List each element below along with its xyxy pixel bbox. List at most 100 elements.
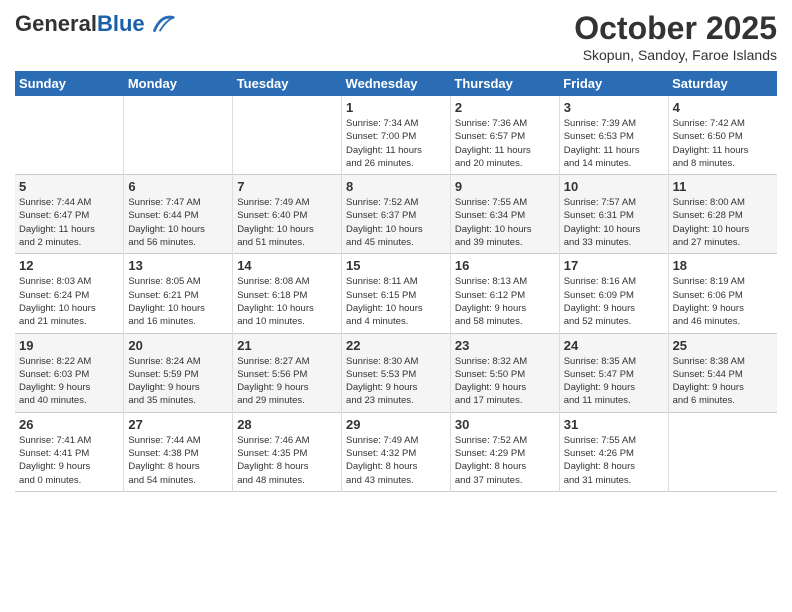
header-cell-wednesday: Wednesday bbox=[342, 71, 451, 96]
day-number: 17 bbox=[564, 258, 664, 273]
header-cell-friday: Friday bbox=[559, 71, 668, 96]
day-info: Sunrise: 8:03 AMSunset: 6:24 PMDaylight:… bbox=[19, 275, 119, 328]
subtitle: Skopun, Sandoy, Faroe Islands bbox=[574, 47, 777, 63]
header-cell-thursday: Thursday bbox=[450, 71, 559, 96]
logo-icon bbox=[147, 10, 175, 38]
header-cell-sunday: Sunday bbox=[15, 71, 124, 96]
calendar-cell bbox=[668, 412, 777, 491]
calendar-cell: 28 Sunrise: 7:46 AMSunset: 4:35 PMDayligh… bbox=[233, 412, 342, 491]
calendar-cell: 8 Sunrise: 7:52 AMSunset: 6:37 PMDaylight… bbox=[342, 175, 451, 254]
day-number: 22 bbox=[346, 338, 446, 353]
calendar-cell: 26 Sunrise: 7:41 AMSunset: 4:41 PMDayligh… bbox=[15, 412, 124, 491]
calendar-cell: 14Sunrise: 8:08 AMSunset: 6:18 PMDayligh… bbox=[233, 254, 342, 333]
calendar-cell: 4Sunrise: 7:42 AMSunset: 6:50 PMDaylight… bbox=[668, 96, 777, 175]
calendar-cell: 2Sunrise: 7:36 AMSunset: 6:57 PMDaylight… bbox=[450, 96, 559, 175]
day-info: Sunrise: 7:52 AMSunset: 4:29 PMDaylight:… bbox=[455, 434, 555, 487]
day-number: 29 bbox=[346, 417, 446, 432]
calendar-cell: 22 Sunrise: 8:30 AMSunset: 5:53 PMDayligh… bbox=[342, 333, 451, 412]
day-info: Sunrise: 8:13 AMSunset: 6:12 PMDaylight:… bbox=[455, 275, 555, 328]
logo: GeneralBlue bbox=[15, 10, 175, 38]
calendar-header: SundayMondayTuesdayWednesdayThursdayFrid… bbox=[15, 71, 777, 96]
day-number: 24 bbox=[564, 338, 664, 353]
calendar-week-4: 19Sunrise: 8:22 AMSunset: 6:03 PMDayligh… bbox=[15, 333, 777, 412]
calendar-cell: 10 Sunrise: 7:57 AMSunset: 6:31 PMDayligh… bbox=[559, 175, 668, 254]
header-cell-monday: Monday bbox=[124, 71, 233, 96]
day-info: Sunrise: 7:49 AMSunset: 4:32 PMDaylight:… bbox=[346, 434, 446, 487]
day-number: 26 bbox=[19, 417, 119, 432]
day-info: Sunrise: 8:19 AMSunset: 6:06 PMDaylight:… bbox=[673, 275, 773, 328]
day-info: Sunrise: 7:39 AMSunset: 6:53 PMDaylight:… bbox=[564, 117, 664, 170]
calendar-cell: 13Sunrise: 8:05 AMSunset: 6:21 PMDayligh… bbox=[124, 254, 233, 333]
calendar-cell: 23 Sunrise: 8:32 AMSunset: 5:50 PMDayligh… bbox=[450, 333, 559, 412]
calendar-cell: 12 Sunrise: 8:03 AMSunset: 6:24 PMDayligh… bbox=[15, 254, 124, 333]
day-number: 25 bbox=[673, 338, 773, 353]
calendar-cell: 17Sunrise: 8:16 AMSunset: 6:09 PMDayligh… bbox=[559, 254, 668, 333]
day-number: 15 bbox=[346, 258, 446, 273]
day-number: 20 bbox=[128, 338, 228, 353]
day-info: Sunrise: 7:46 AMSunset: 4:35 PMDaylight:… bbox=[237, 434, 337, 487]
day-info: Sunrise: 8:22 AMSunset: 6:03 PMDaylight:… bbox=[19, 355, 119, 408]
calendar-cell: 24Sunrise: 8:35 AMSunset: 5:47 PMDayligh… bbox=[559, 333, 668, 412]
day-number: 6 bbox=[128, 179, 228, 194]
calendar-cell: 9 Sunrise: 7:55 AMSunset: 6:34 PMDaylight… bbox=[450, 175, 559, 254]
calendar-cell: 7 Sunrise: 7:49 AMSunset: 6:40 PMDaylight… bbox=[233, 175, 342, 254]
day-number: 8 bbox=[346, 179, 446, 194]
day-info: Sunrise: 7:34 AMSunset: 7:00 PMDaylight:… bbox=[346, 117, 446, 170]
day-info: Sunrise: 8:38 AMSunset: 5:44 PMDaylight:… bbox=[673, 355, 773, 408]
calendar-cell bbox=[15, 96, 124, 175]
day-info: Sunrise: 7:41 AMSunset: 4:41 PMDaylight:… bbox=[19, 434, 119, 487]
day-number: 18 bbox=[673, 258, 773, 273]
day-info: Sunrise: 7:47 AMSunset: 6:44 PMDaylight:… bbox=[128, 196, 228, 249]
day-info: Sunrise: 7:44 AMSunset: 4:38 PMDaylight:… bbox=[128, 434, 228, 487]
day-info: Sunrise: 7:55 AMSunset: 6:34 PMDaylight:… bbox=[455, 196, 555, 249]
calendar-cell bbox=[233, 96, 342, 175]
calendar-cell: 18 Sunrise: 8:19 AMSunset: 6:06 PMDayligh… bbox=[668, 254, 777, 333]
calendar-cell: 30Sunrise: 7:52 AMSunset: 4:29 PMDayligh… bbox=[450, 412, 559, 491]
day-number: 5 bbox=[19, 179, 119, 194]
day-info: Sunrise: 7:42 AMSunset: 6:50 PMDaylight:… bbox=[673, 117, 773, 170]
calendar-cell: 5 Sunrise: 7:44 AMSunset: 6:47 PMDaylight… bbox=[15, 175, 124, 254]
day-number: 7 bbox=[237, 179, 337, 194]
calendar-cell: 25 Sunrise: 8:38 AMSunset: 5:44 PMDayligh… bbox=[668, 333, 777, 412]
page-container: GeneralBlue October 2025 Skopun, Sandoy,… bbox=[0, 0, 792, 502]
day-number: 13 bbox=[128, 258, 228, 273]
day-info: Sunrise: 7:49 AMSunset: 6:40 PMDaylight:… bbox=[237, 196, 337, 249]
day-number: 23 bbox=[455, 338, 555, 353]
calendar-cell: 11Sunrise: 8:00 AMSunset: 6:28 PMDayligh… bbox=[668, 175, 777, 254]
logo-blue-text: Blue bbox=[97, 11, 145, 36]
day-number: 28 bbox=[237, 417, 337, 432]
day-info: Sunrise: 7:57 AMSunset: 6:31 PMDaylight:… bbox=[564, 196, 664, 249]
calendar-week-5: 26 Sunrise: 7:41 AMSunset: 4:41 PMDayligh… bbox=[15, 412, 777, 491]
day-number: 11 bbox=[673, 179, 773, 194]
day-info: Sunrise: 7:44 AMSunset: 6:47 PMDaylight:… bbox=[19, 196, 119, 249]
calendar-cell: 6 Sunrise: 7:47 AMSunset: 6:44 PMDaylight… bbox=[124, 175, 233, 254]
calendar-cell: 19Sunrise: 8:22 AMSunset: 6:03 PMDayligh… bbox=[15, 333, 124, 412]
header-row: SundayMondayTuesdayWednesdayThursdayFrid… bbox=[15, 71, 777, 96]
day-number: 21 bbox=[237, 338, 337, 353]
logo-general-text: General bbox=[15, 11, 97, 36]
header: GeneralBlue October 2025 Skopun, Sandoy,… bbox=[15, 10, 777, 63]
day-info: Sunrise: 7:36 AMSunset: 6:57 PMDaylight:… bbox=[455, 117, 555, 170]
calendar-body: 1 Sunrise: 7:34 AMSunset: 7:00 PMDaylight… bbox=[15, 96, 777, 491]
day-number: 1 bbox=[346, 100, 446, 115]
calendar-week-2: 5 Sunrise: 7:44 AMSunset: 6:47 PMDaylight… bbox=[15, 175, 777, 254]
day-number: 16 bbox=[455, 258, 555, 273]
day-info: Sunrise: 8:32 AMSunset: 5:50 PMDaylight:… bbox=[455, 355, 555, 408]
day-number: 10 bbox=[564, 179, 664, 194]
calendar-week-3: 12 Sunrise: 8:03 AMSunset: 6:24 PMDayligh… bbox=[15, 254, 777, 333]
calendar-cell: 15Sunrise: 8:11 AMSunset: 6:15 PMDayligh… bbox=[342, 254, 451, 333]
calendar-cell: 16 Sunrise: 8:13 AMSunset: 6:12 PMDayligh… bbox=[450, 254, 559, 333]
calendar-week-1: 1 Sunrise: 7:34 AMSunset: 7:00 PMDaylight… bbox=[15, 96, 777, 175]
calendar-cell: 1 Sunrise: 7:34 AMSunset: 7:00 PMDaylight… bbox=[342, 96, 451, 175]
calendar-cell: 29 Sunrise: 7:49 AMSunset: 4:32 PMDayligh… bbox=[342, 412, 451, 491]
day-number: 12 bbox=[19, 258, 119, 273]
day-info: Sunrise: 8:30 AMSunset: 5:53 PMDaylight:… bbox=[346, 355, 446, 408]
calendar-table: SundayMondayTuesdayWednesdayThursdayFrid… bbox=[15, 71, 777, 492]
calendar-cell: 31Sunrise: 7:55 AMSunset: 4:26 PMDayligh… bbox=[559, 412, 668, 491]
day-number: 9 bbox=[455, 179, 555, 194]
day-number: 27 bbox=[128, 417, 228, 432]
calendar-cell bbox=[124, 96, 233, 175]
day-info: Sunrise: 7:52 AMSunset: 6:37 PMDaylight:… bbox=[346, 196, 446, 249]
day-info: Sunrise: 8:27 AMSunset: 5:56 PMDaylight:… bbox=[237, 355, 337, 408]
calendar-cell: 3Sunrise: 7:39 AMSunset: 6:53 PMDaylight… bbox=[559, 96, 668, 175]
